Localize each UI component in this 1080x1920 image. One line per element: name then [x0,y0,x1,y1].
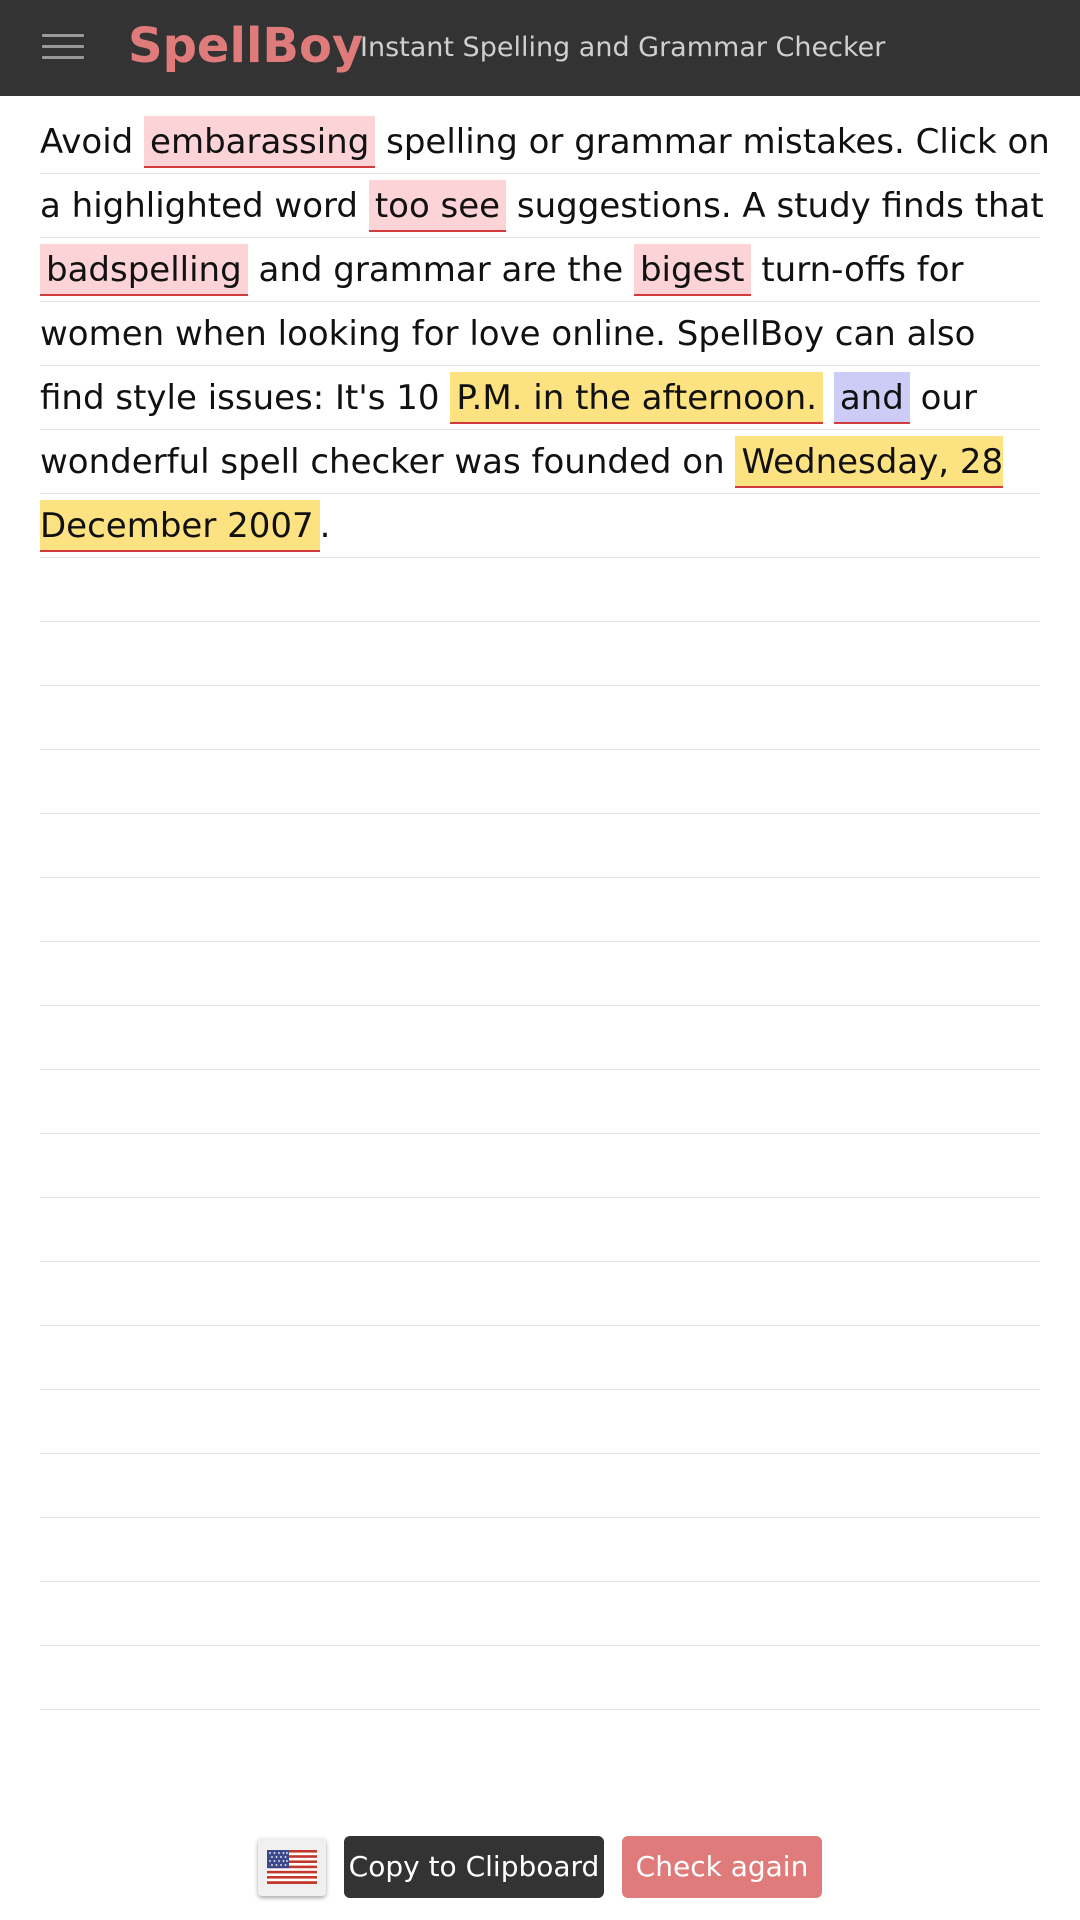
us-flag-icon [267,1850,317,1884]
app-header: SpellBoy Instant Spelling and Grammar Ch… [0,0,1080,96]
spell-issue-highlight[interactable]: badspelling [40,244,248,296]
spell-issue-highlight[interactable]: bigest [633,244,751,296]
text-editor[interactable]: Avoid embarassing spelling or grammar mi… [40,110,1050,558]
copy-to-clipboard-button[interactable]: Copy to Clipboard [344,1836,604,1898]
editor-text-run [823,378,834,418]
editor-text-run: and grammar are the [247,250,634,290]
tagline: Instant Spelling and Grammar Checker [360,32,886,63]
editor-text-run: . [319,506,331,546]
editor-text-run: suggestions. A study finds that [506,186,1044,226]
hamburger-menu-icon[interactable] [40,30,86,64]
spell-issue-highlight[interactable]: too see [368,180,507,232]
footer-toolbar: Copy to Clipboard Check again [0,1836,1080,1900]
app-page: SpellBoy Instant Spelling and Grammar Ch… [0,0,1080,1920]
brand-logo[interactable]: SpellBoy [128,16,363,76]
grammar-issue-highlight[interactable]: and [833,372,910,424]
language-selector-button[interactable] [258,1838,326,1896]
editor-text-run: Avoid [40,122,145,162]
check-again-button[interactable]: Check again [622,1836,822,1898]
style-issue-highlight[interactable]: P.M. in the afternoon. [450,372,824,424]
spell-issue-highlight[interactable]: embarassing [144,116,376,168]
